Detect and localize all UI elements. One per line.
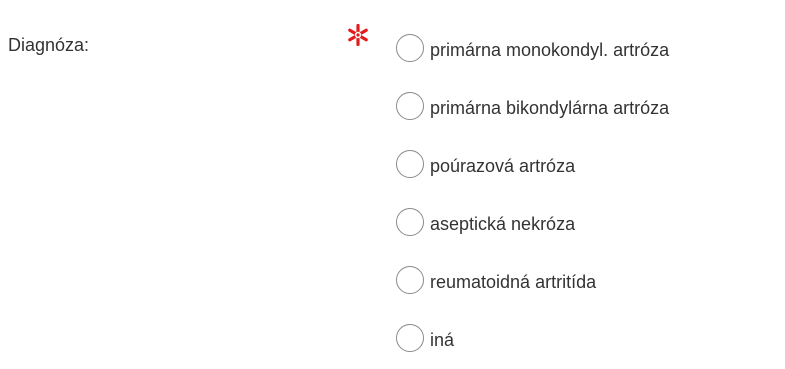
radio-button[interactable]	[396, 92, 424, 120]
radio-option-pourazova-artroza[interactable]: poúrazová artróza	[396, 137, 785, 195]
radio-button[interactable]	[396, 208, 424, 236]
radio-button[interactable]	[396, 34, 424, 62]
radio-button[interactable]	[396, 150, 424, 178]
diagnosis-radio-group: primárna monokondyl. artróza primárna bi…	[396, 21, 785, 369]
radio-option-label: aseptická nekróza	[430, 214, 576, 234]
diagnosis-label: Diagnóza:	[8, 35, 90, 55]
radio-option-label: poúrazová artróza	[430, 156, 576, 176]
radio-option-label: iná	[430, 330, 455, 350]
radio-option-label: primárna monokondyl. artróza	[430, 40, 670, 60]
radio-option-reumatoidna-artritida[interactable]: reumatoidná artritída	[396, 253, 785, 311]
radio-option-asepticka-nekroza[interactable]: aseptická nekróza	[396, 195, 785, 253]
radio-option-ina[interactable]: iná	[396, 311, 785, 369]
radio-option-primarna-bikondylarna-artroza[interactable]: primárna bikondylárna artróza	[396, 79, 785, 137]
radio-option-label: primárna bikondylárna artróza	[430, 98, 670, 118]
radio-option-label: reumatoidná artritída	[430, 272, 597, 292]
radio-button[interactable]	[396, 324, 424, 352]
radio-option-primarna-monokondyl-artroza[interactable]: primárna monokondyl. artróza	[396, 21, 785, 79]
required-asterisk-icon	[348, 23, 368, 47]
radio-button[interactable]	[396, 266, 424, 294]
